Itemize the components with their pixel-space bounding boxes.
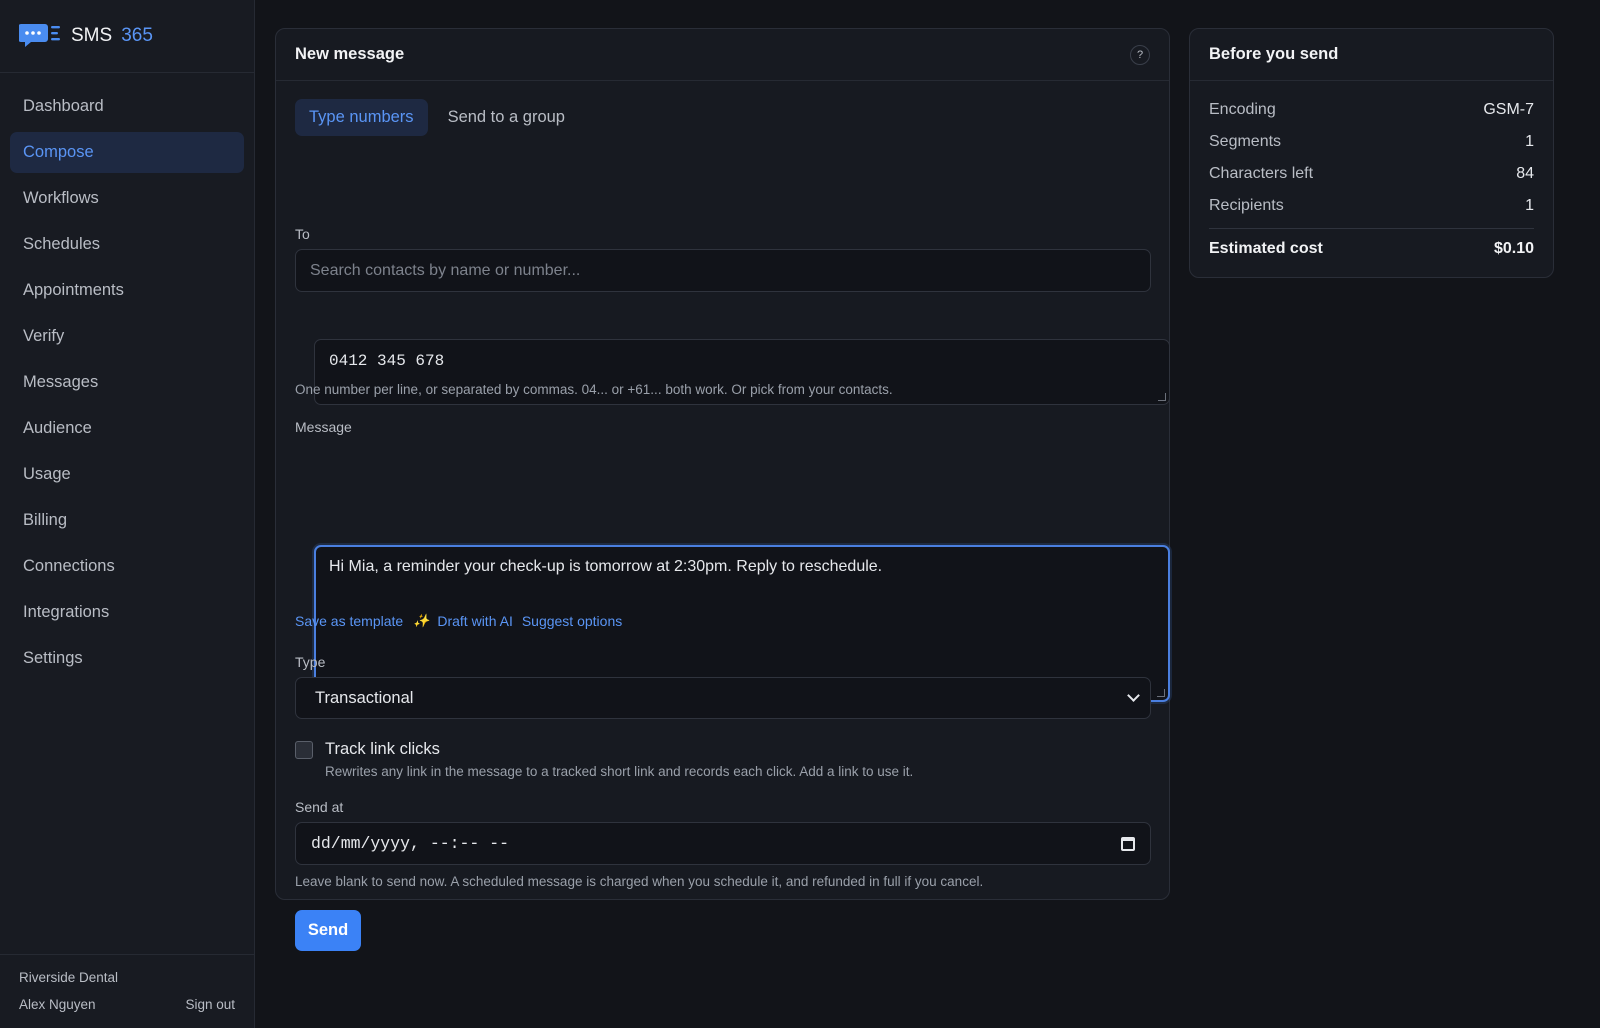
organization-name: Riverside Dental	[19, 970, 119, 985]
summary-row-recipients: Recipients 1	[1209, 190, 1534, 222]
encoding-label: Encoding	[1209, 101, 1276, 118]
to-label: To	[295, 226, 310, 242]
sidebar-item-workflows[interactable]: Workflows	[10, 178, 244, 219]
send-at-hint: Leave blank to send now. A scheduled mes…	[295, 874, 984, 889]
segments-label: Segments	[1209, 133, 1282, 150]
summary-body: Encoding GSM-7 Segments 1 Characters lef…	[1190, 81, 1553, 265]
sidebar: SMS 365 Dashboard Compose Workflows Sche…	[0, 0, 255, 1028]
summary-header: Before you send	[1190, 29, 1553, 81]
summary-row-segments: Segments 1	[1209, 126, 1534, 158]
compose-header: New message ?	[276, 29, 1169, 81]
suggest-options-link[interactable]: Suggest options	[522, 613, 622, 629]
segments-value: 1	[1525, 133, 1534, 150]
sidebar-item-dashboard[interactable]: Dashboard	[10, 86, 244, 127]
resize-handle-icon[interactable]	[1158, 393, 1166, 401]
user-name: Alex Nguyen	[19, 997, 96, 1012]
type-label: Type	[295, 654, 326, 670]
sparkle-icon: ✨	[413, 613, 430, 628]
compose-card: New message ? Type numbers Send to a gro…	[275, 28, 1170, 951]
summary-card: Before you send Encoding GSM-7 Segments …	[1189, 28, 1554, 278]
chat-bubble-logo-icon	[19, 24, 60, 47]
chevron-down-icon	[1127, 689, 1140, 702]
sidebar-item-integrations[interactable]: Integrations	[10, 592, 244, 633]
sidebar-item-appointments[interactable]: Appointments	[10, 270, 244, 311]
recipients-value: 1	[1525, 197, 1534, 214]
resize-handle-icon[interactable]	[1157, 689, 1165, 697]
sidebar-item-compose[interactable]: Compose	[10, 132, 244, 173]
sidebar-item-settings[interactable]: Settings	[10, 638, 244, 679]
message-type-value: Transactional	[315, 688, 414, 707]
summary-divider	[1209, 228, 1534, 229]
sidebar-item-verify[interactable]: Verify	[10, 316, 244, 357]
characters-left-label: Characters left	[1209, 165, 1314, 182]
track-link-clicks-checkbox[interactable]	[295, 741, 313, 759]
message-label: Message	[295, 419, 352, 435]
summary-row-encoding: Encoding GSM-7	[1209, 94, 1534, 126]
message-type-select[interactable]: Transactional	[295, 677, 1151, 719]
sidebar-item-audience[interactable]: Audience	[10, 408, 244, 449]
track-link-clicks-hint: Rewrites any link in the message to a tr…	[325, 764, 914, 779]
message-actions: Save as template ✨ Draft with AI Suggest…	[295, 613, 622, 629]
message-value: Hi Mia, a reminder your check-up is tomo…	[329, 558, 883, 575]
tab-send-to-group[interactable]: Send to a group	[434, 99, 579, 136]
compose-body: Type numbers Send to a group To 0412 345…	[276, 99, 1170, 951]
recipient-tabs: Type numbers Send to a group	[295, 99, 1150, 136]
summary-title: Before you send	[1209, 45, 1339, 63]
recipients-label: Recipients	[1209, 197, 1284, 214]
sidebar-item-billing[interactable]: Billing	[10, 500, 244, 541]
send-at-label: Send at	[295, 799, 344, 815]
send-button[interactable]: Send	[295, 910, 361, 951]
numbers-value: 0412 345 678	[329, 352, 445, 370]
compose-title: New message	[295, 45, 405, 63]
sign-out-link[interactable]: Sign out	[185, 997, 235, 1012]
contact-search-input[interactable]	[295, 249, 1151, 292]
tab-type-numbers[interactable]: Type numbers	[295, 99, 428, 136]
encoding-value: GSM-7	[1483, 101, 1534, 118]
brand-number: 365	[121, 25, 153, 46]
help-icon[interactable]: ?	[1130, 44, 1150, 65]
summary-row-estimated-cost: Estimated cost $0.10	[1209, 233, 1534, 265]
estimated-cost-value: $0.10	[1493, 240, 1534, 257]
sidebar-nav: Dashboard Compose Workflows Schedules Ap…	[0, 73, 254, 679]
calendar-icon[interactable]	[1121, 836, 1135, 851]
sidebar-item-schedules[interactable]: Schedules	[10, 224, 244, 265]
send-at-datetime-input[interactable]: dd/mm/yyyy, --:-- --	[295, 822, 1151, 865]
send-at-placeholder: dd/mm/yyyy, --:-- --	[311, 834, 510, 853]
draft-with-ai-link[interactable]: Draft with AI	[437, 613, 512, 629]
sidebar-item-connections[interactable]: Connections	[10, 546, 244, 587]
summary-row-characters-left: Characters left 84	[1209, 158, 1534, 190]
sidebar-item-usage[interactable]: Usage	[10, 454, 244, 495]
sidebar-footer: Riverside Dental Alex Nguyen Sign out	[0, 954, 254, 1028]
characters-left-value: 84	[1516, 165, 1534, 182]
save-as-template-link[interactable]: Save as template	[295, 613, 403, 629]
brand[interactable]: SMS 365	[0, 0, 254, 73]
track-link-clicks-label[interactable]: Track link clicks	[325, 740, 440, 759]
brand-name: SMS	[71, 25, 113, 46]
numbers-hint: One number per line, or separated by com…	[295, 382, 893, 397]
sidebar-item-messages[interactable]: Messages	[10, 362, 244, 403]
estimated-cost-label: Estimated cost	[1209, 240, 1323, 257]
